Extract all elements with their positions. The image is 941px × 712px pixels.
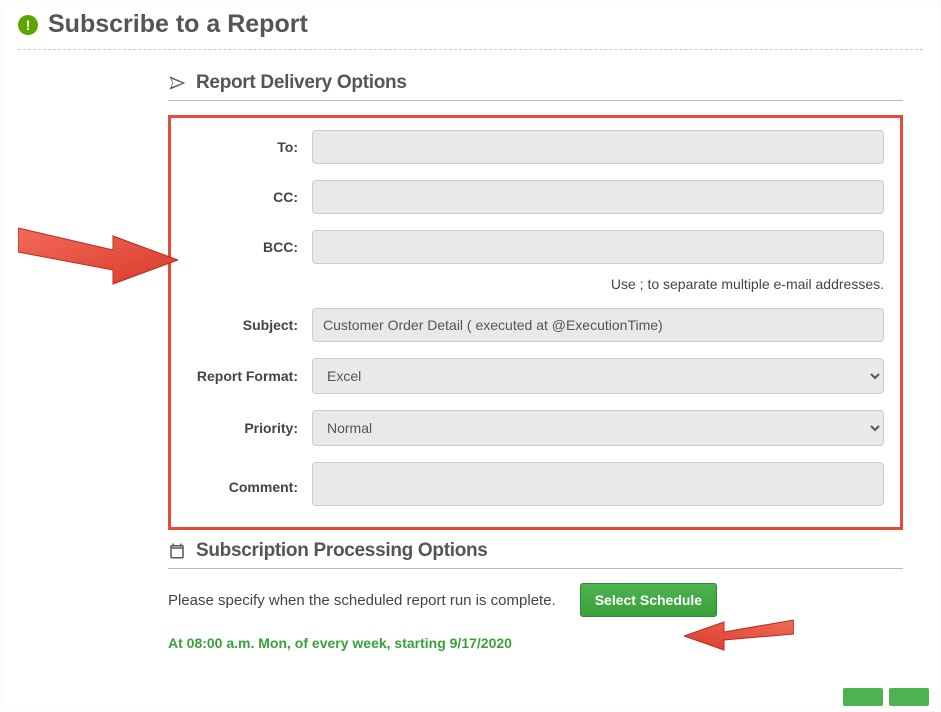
paper-plane-icon: [168, 74, 186, 92]
partial-button: [843, 688, 883, 706]
subject-label: Subject:: [187, 317, 312, 333]
page-title-row: ! Subscribe to a Report: [18, 10, 923, 50]
email-hint: Use ; to separate multiple e-mail addres…: [187, 276, 884, 292]
annotation-arrow-icon: [18, 210, 178, 290]
schedule-summary: At 08:00 a.m. Mon, of every week, starti…: [168, 635, 903, 651]
delivery-section-title: Report Delivery Options: [196, 72, 407, 94]
processing-section-header: Subscription Processing Options: [168, 540, 903, 569]
footer-buttons-partial: [843, 688, 929, 706]
bcc-label: BCC:: [187, 239, 312, 255]
cc-input[interactable]: [312, 180, 884, 214]
select-schedule-button[interactable]: Select Schedule: [580, 583, 717, 617]
calendar-icon: [168, 542, 186, 560]
priority-label: Priority:: [187, 420, 312, 436]
priority-select[interactable]: Normal: [312, 410, 884, 446]
cc-label: CC:: [187, 189, 312, 205]
comment-label: Comment:: [187, 479, 312, 495]
highlight-box: To: CC: BCC: Use ; to separate multiple …: [168, 115, 903, 530]
processing-instruction: Please specify when the scheduled report…: [168, 592, 556, 609]
format-select[interactable]: Excel: [312, 358, 884, 394]
subject-input[interactable]: [312, 308, 884, 342]
to-input[interactable]: [312, 130, 884, 164]
bcc-input[interactable]: [312, 230, 884, 264]
delivery-section-header: Report Delivery Options: [168, 72, 903, 101]
format-label: Report Format:: [187, 368, 312, 384]
delivery-options-section: Report Delivery Options To: CC: BCC: Use…: [168, 72, 903, 530]
page-title: Subscribe to a Report: [48, 10, 308, 39]
partial-button: [889, 688, 929, 706]
processing-section-title: Subscription Processing Options: [196, 540, 488, 562]
comment-textarea[interactable]: [312, 462, 884, 506]
to-label: To:: [187, 139, 312, 155]
exclamation-circle-icon: !: [18, 15, 38, 35]
processing-options-section: Subscription Processing Options Please s…: [168, 540, 903, 651]
